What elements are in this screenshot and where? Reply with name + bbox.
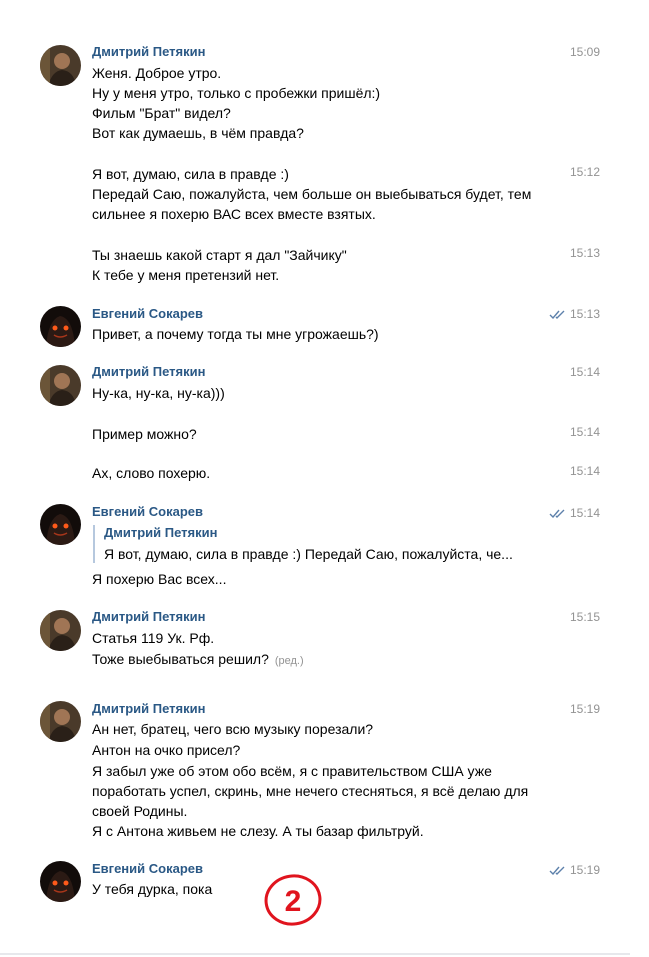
quote-text[interactable]: Я вот, думаю, сила в правде :) Передай С…: [104, 544, 513, 564]
message-text: Пример можно?: [92, 426, 197, 442]
message-text: У тебя дурка, пока: [92, 881, 213, 897]
avatar-evgeny[interactable]: [40, 306, 81, 347]
message-time: 15:13: [569, 307, 600, 321]
message-text: К тебе у меня претензий нет.: [92, 267, 280, 283]
message-time[interactable]: 15:13: [570, 245, 600, 261]
divider: [0, 953, 630, 955]
message-text: Передай Саю, пожалуйста, чем больше он в…: [92, 186, 532, 202]
message-text: Антон на очко присел?: [92, 742, 241, 758]
message-author[interactable]: Дмитрий Петякин: [92, 609, 205, 625]
message-text: Я вот, думаю, сила в правде :): [92, 166, 289, 182]
double-check-icon: [549, 310, 565, 320]
message-author[interactable]: Евгений Сокарев: [92, 504, 203, 520]
message-author[interactable]: Дмитрий Петякин: [92, 44, 205, 60]
message-time[interactable]: 15:14: [570, 364, 600, 380]
message-author[interactable]: Евгений Сокарев: [92, 306, 203, 322]
message-author[interactable]: Дмитрий Петякин: [92, 364, 205, 380]
message-time-read[interactable]: 15:19: [549, 862, 600, 878]
message-time: 15:14: [569, 506, 600, 520]
message-text: Я похерю Вас всех...: [92, 571, 227, 587]
message-time-read[interactable]: 15:14: [549, 505, 600, 521]
message-text: Я с Антона живьем не слезу. А ты базар ф…: [92, 823, 424, 839]
message-text: поработать успел, скринь, мне нечего сте…: [92, 783, 529, 799]
quote-author[interactable]: Дмитрий Петякин: [104, 525, 217, 541]
message-text: Ты знаешь какой старт я дал "Зайчику": [92, 247, 347, 263]
avatar-dmitry[interactable]: [40, 365, 81, 406]
message-text: Я забыл уже об этом обо всём, я с правит…: [92, 763, 492, 779]
avatar-dmitry[interactable]: [40, 45, 81, 86]
message-text: своей Родины.: [92, 803, 188, 819]
avatar-evgeny[interactable]: [40, 504, 81, 545]
double-check-icon: [549, 866, 565, 876]
message-time: 15:19: [569, 863, 600, 877]
double-check-icon: [549, 509, 565, 519]
message-text-line: Тоже выебываться решил? (ред.): [92, 649, 304, 671]
annotation-circle-number: 2: [264, 874, 322, 926]
message-time[interactable]: 15:12: [570, 164, 600, 180]
message-text: Вот как думаешь, в чём правда?: [92, 125, 304, 141]
avatar-dmitry[interactable]: [40, 610, 81, 651]
message-text: Ну-ка, ну-ка, ну-ка))): [92, 385, 225, 401]
avatar-dmitry[interactable]: [40, 701, 81, 742]
message-text: Ах, слово похерю.: [92, 465, 211, 481]
message-time[interactable]: 15:15: [570, 609, 600, 625]
message-time[interactable]: 15:09: [570, 44, 600, 60]
message-author[interactable]: Евгений Сокарев: [92, 861, 203, 877]
message-text: Ан нет, братец, чего всю музыку порезали…: [92, 721, 374, 737]
message-time[interactable]: 15:14: [570, 463, 600, 479]
quote-bar: [93, 525, 95, 563]
chat-history: Дмитрий Петякин 15:09 Женя. Доброе утро.…: [0, 0, 649, 957]
message-time[interactable]: 15:14: [570, 424, 600, 440]
edited-label: (ред.): [274, 655, 304, 667]
message-time-read[interactable]: 15:13: [549, 306, 600, 322]
message-text: Статья 119 Ук. Рф.: [92, 630, 215, 646]
message-text: Женя. Доброе утро.: [92, 65, 222, 81]
message-time[interactable]: 15:19: [570, 701, 600, 717]
message-text: Фильм "Брат" видел?: [92, 105, 231, 121]
avatar-evgeny[interactable]: [40, 861, 81, 902]
message-text: Ну у меня утро, только с пробежки пришёл…: [92, 85, 381, 101]
message-text: Привет, а почему тогда ты мне угрожаешь?…: [92, 326, 379, 342]
message-author[interactable]: Дмитрий Петякин: [92, 701, 205, 717]
annotation-number: 2: [285, 885, 302, 918]
message-text: сильнее я похерю ВАС всех вместе взятых.: [92, 206, 376, 222]
message-text: Тоже выебываться решил?: [92, 651, 269, 667]
